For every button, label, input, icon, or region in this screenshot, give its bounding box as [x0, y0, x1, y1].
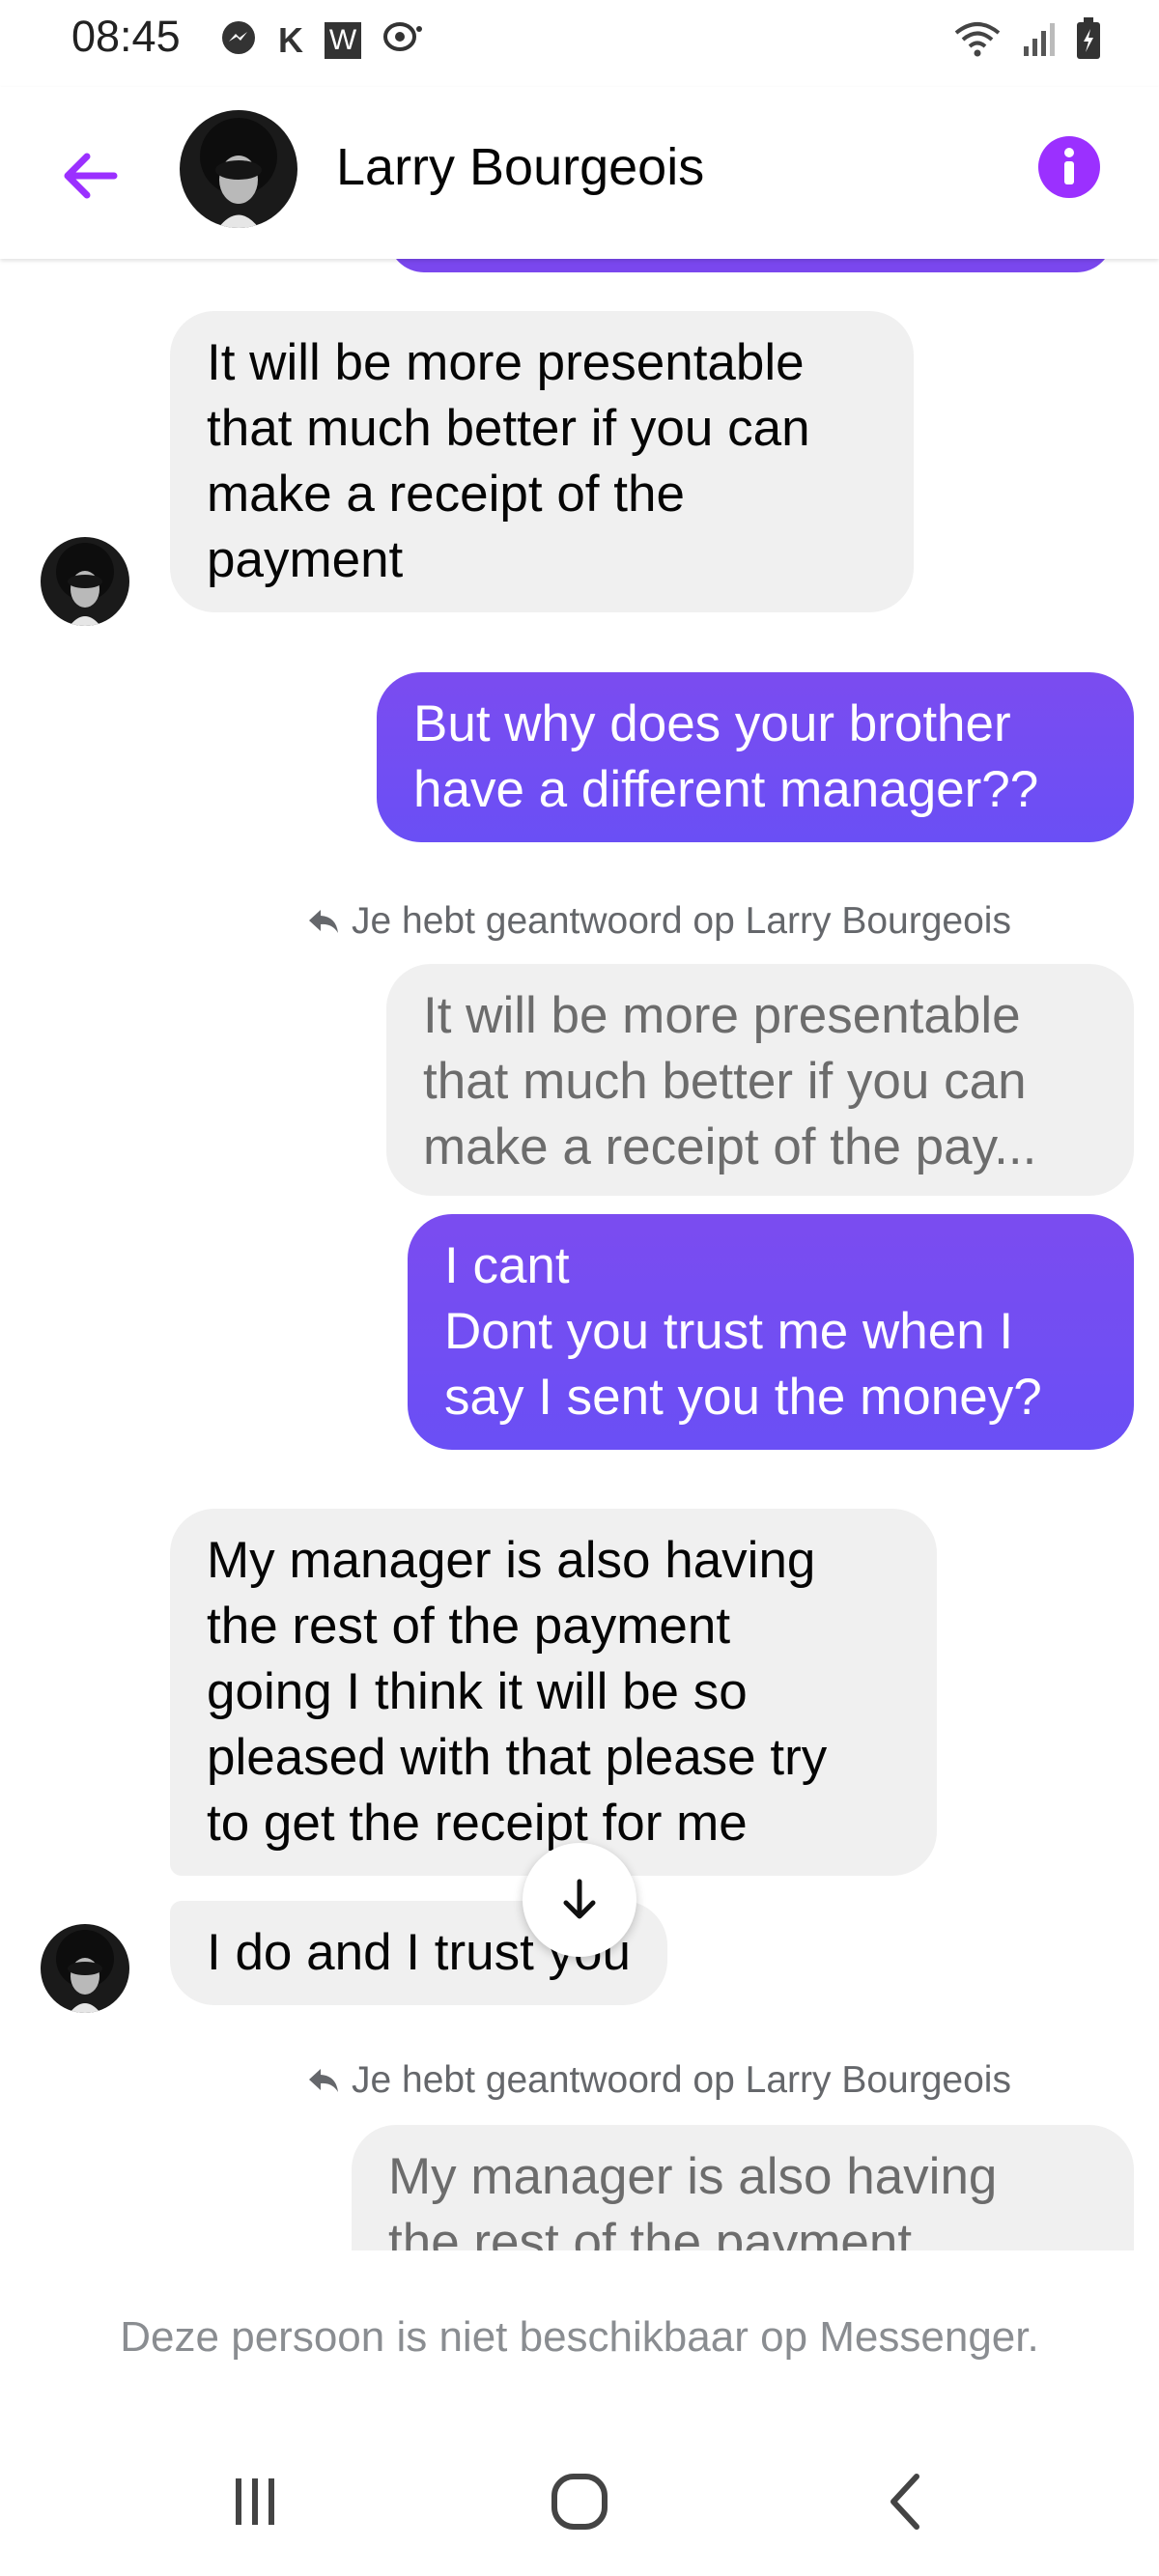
status-time: 08:45 — [71, 12, 181, 61]
avatar-image — [180, 110, 297, 228]
previous-outgoing-bubble[interactable] — [388, 259, 1113, 272]
incoming-message[interactable]: My manager is also having the rest of th… — [170, 1509, 937, 1876]
unavailable-notice: Deze persoon is niet beschikbaar op Mess… — [0, 2250, 1159, 2424]
message-list[interactable]: It will be more presentable that much be… — [0, 259, 1159, 2250]
quoted-message[interactable]: It will be more presentable that much be… — [386, 964, 1134, 1196]
scroll-to-bottom-button[interactable] — [523, 1843, 636, 1957]
sender-avatar[interactable] — [41, 537, 129, 626]
avatar-image — [41, 537, 129, 626]
back-button[interactable] — [54, 137, 131, 214]
notification-icons: K W — [220, 19, 423, 61]
home-button[interactable] — [531, 2463, 628, 2540]
system-icons — [952, 17, 1101, 65]
sender-avatar[interactable] — [41, 1924, 129, 2013]
k-icon: K — [278, 19, 303, 60]
arrow-down-icon — [563, 1879, 596, 1919]
chat-icon — [382, 19, 423, 61]
status-bar: 08:45 K W — [0, 0, 1159, 87]
outgoing-message[interactable]: I cant Dont you trust me when I say I se… — [408, 1214, 1134, 1450]
recent-apps-icon — [236, 2478, 274, 2525]
back-nav-button[interactable] — [858, 2463, 954, 2540]
quoted-message[interactable]: My manager is also having the rest of th… — [352, 2125, 1134, 2250]
w-icon: W — [325, 21, 361, 59]
info-icon — [1038, 136, 1100, 198]
messenger-icon — [220, 19, 257, 61]
back-icon — [890, 2474, 919, 2530]
system-nav-bar — [0, 2424, 1159, 2576]
home-icon — [551, 2474, 608, 2530]
contact-avatar[interactable] — [180, 110, 297, 228]
chat-header: Larry Bourgeois — [0, 87, 1159, 259]
reply-indicator: Je hebt geantwoord op Larry Bourgeois — [307, 900, 1011, 943]
info-button[interactable] — [1037, 135, 1101, 199]
reply-indicator: Je hebt geantwoord op Larry Bourgeois — [307, 2059, 1011, 2102]
signal-icon — [1020, 19, 1059, 63]
incoming-message[interactable]: It will be more presentable that much be… — [170, 311, 914, 612]
avatar-image — [41, 1924, 129, 2013]
recent-apps-button[interactable] — [207, 2463, 303, 2540]
reply-arrow-icon — [309, 910, 338, 933]
outgoing-message[interactable]: But why does your brother have a differe… — [377, 672, 1134, 842]
arrow-left-icon — [64, 153, 118, 199]
battery-icon — [1076, 17, 1101, 65]
wifi-icon — [952, 19, 1003, 63]
reply-arrow-icon — [309, 2069, 338, 2092]
contact-name[interactable]: Larry Bourgeois — [336, 137, 704, 197]
